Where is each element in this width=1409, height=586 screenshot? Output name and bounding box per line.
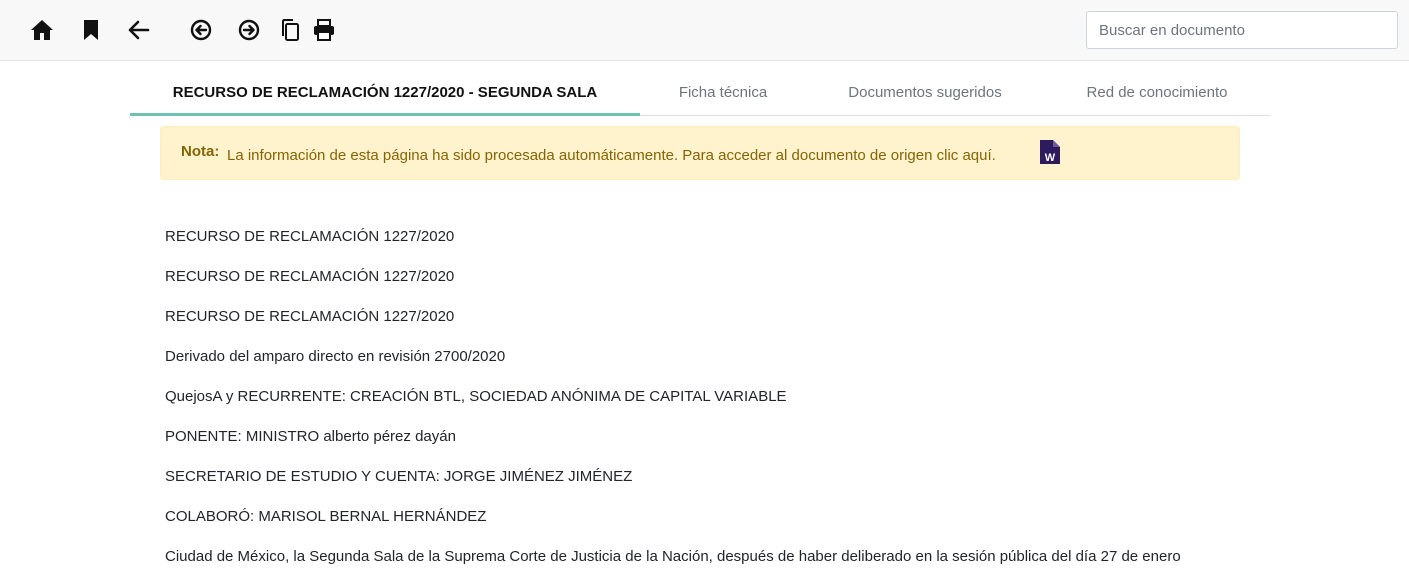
circle-arrow-left-icon[interactable] — [188, 17, 214, 43]
document-line: RECURSO DE RECLAMACIÓN 1227/2020 — [165, 228, 455, 245]
circle-arrow-right-icon[interactable] — [236, 17, 262, 43]
document-line: SECRETARIO DE ESTUDIO Y CUENTA: JORGE JI… — [165, 468, 633, 485]
document-line: Derivado del amparo directo en revisión … — [165, 348, 506, 365]
note-alert: Nota: La información de esta página ha s… — [160, 126, 1240, 180]
document-line: PONENTE: MINISTRO alberto pérez dayán — [165, 428, 456, 445]
tab-bar: RECURSO DE RECLAMACIÓN 1227/2020 - SEGUN… — [130, 70, 1270, 116]
print-icon[interactable] — [311, 17, 337, 43]
bookmark-icon[interactable] — [78, 17, 104, 43]
toolbar — [0, 0, 1409, 61]
tab-document[interactable]: RECURSO DE RECLAMACIÓN 1227/2020 - SEGUN… — [130, 70, 640, 116]
note-label: Nota: — [181, 143, 220, 160]
document-body: RECURSO DE RECLAMACIÓN 1227/2020 RECURSO… — [165, 226, 1235, 586]
svg-text:W: W — [1045, 152, 1056, 164]
home-icon[interactable] — [29, 17, 55, 43]
document-line: QuejosA y RECURRENTE: CREACIÓN BTL, SOCI… — [165, 388, 787, 405]
search-input[interactable] — [1086, 11, 1398, 49]
word-document-icon[interactable]: W — [1039, 139, 1061, 165]
note-text: La información de esta página ha sido pr… — [227, 147, 996, 164]
document-line: RECURSO DE RECLAMACIÓN 1227/2020 — [165, 268, 455, 285]
arrow-left-icon[interactable] — [126, 17, 152, 43]
copy-icon[interactable] — [277, 17, 303, 43]
document-line: Ciudad de México, la Segunda Sala de la … — [165, 548, 1181, 565]
tab-documentos-sugeridos[interactable]: Documentos sugeridos — [830, 70, 1020, 116]
tab-red-de-conocimiento[interactable]: Red de conocimiento — [1070, 70, 1244, 116]
document-line: COLABORÓ: MARISOL BERNAL HERNÁNDEZ — [165, 508, 487, 525]
document-line: RECURSO DE RECLAMACIÓN 1227/2020 — [165, 308, 455, 325]
tab-ficha-tecnica[interactable]: Ficha técnica — [640, 70, 806, 116]
